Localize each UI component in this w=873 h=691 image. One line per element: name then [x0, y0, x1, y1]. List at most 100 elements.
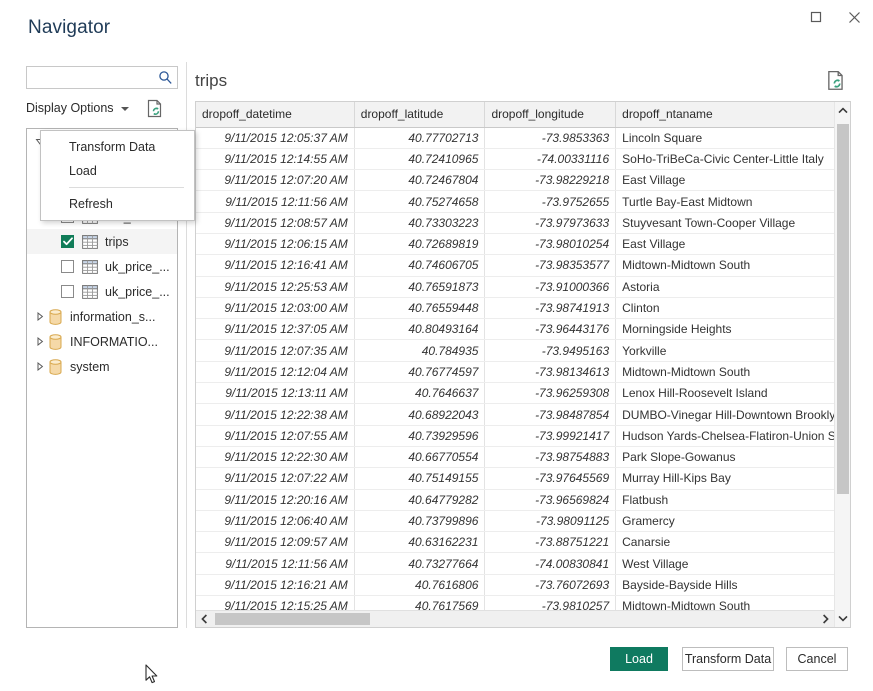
- tree-item-checkbox[interactable]: [61, 235, 74, 248]
- context-menu-item-transform-data[interactable]: Transform Data: [41, 135, 194, 159]
- cell-dropoff_ntaname: Midtown-Midtown South: [616, 361, 850, 382]
- search-input[interactable]: [31, 67, 153, 88]
- transform-data-button[interactable]: Transform Data: [682, 647, 774, 671]
- cell-dropoff_latitude: 40.72689819: [354, 233, 485, 254]
- preview-pane: trips dropoff_datetimedropoff_latitudedr…: [195, 66, 851, 628]
- cell-dropoff_ntaname: Stuyvesant Town-Cooper Village: [616, 212, 850, 233]
- cell-dropoff_datetime: 9/11/2015 12:37:05 AM: [196, 319, 354, 340]
- scroll-up-button[interactable]: [835, 102, 850, 119]
- vertical-scrollbar[interactable]: [834, 102, 850, 627]
- table-row[interactable]: 9/11/2015 12:22:30 AM40.66770554-73.9875…: [196, 446, 850, 467]
- tree-expander[interactable]: [33, 312, 47, 321]
- tree-item-checkbox[interactable]: [61, 285, 74, 298]
- table-body: 9/11/2015 12:05:37 AM40.77702713-73.9853…: [196, 127, 850, 617]
- load-button[interactable]: Load: [610, 647, 668, 671]
- table-row[interactable]: 9/11/2015 12:14:55 AM40.72410965-74.0033…: [196, 148, 850, 169]
- cell-dropoff_latitude: 40.74606705: [354, 255, 485, 276]
- context-menu-item-load[interactable]: Load: [41, 159, 194, 183]
- cell-dropoff_datetime: 9/11/2015 12:22:30 AM: [196, 446, 354, 467]
- table-row[interactable]: 9/11/2015 12:07:22 AM40.75149155-73.9764…: [196, 468, 850, 489]
- cell-dropoff_longitude: -73.98010254: [485, 233, 616, 254]
- context-menu[interactable]: Transform DataLoad Refresh: [40, 130, 195, 221]
- scroll-down-button[interactable]: [835, 610, 850, 627]
- cell-dropoff_latitude: 40.76774597: [354, 361, 485, 382]
- table-row[interactable]: 9/11/2015 12:11:56 AM40.73277664-74.0083…: [196, 553, 850, 574]
- tree-item-system[interactable]: system: [27, 354, 177, 379]
- table-row[interactable]: 9/11/2015 12:12:04 AM40.76774597-73.9813…: [196, 361, 850, 382]
- cancel-button[interactable]: Cancel: [786, 647, 848, 671]
- refresh-document-icon[interactable]: [146, 99, 164, 119]
- cell-dropoff_latitude: 40.66770554: [354, 446, 485, 467]
- search-icon[interactable]: [158, 70, 173, 85]
- chevron-down-icon: [838, 615, 848, 622]
- tree-item-checkbox[interactable]: [61, 260, 74, 273]
- table-row[interactable]: 9/11/2015 12:16:21 AM40.7616806-73.76072…: [196, 574, 850, 595]
- table-row[interactable]: 9/11/2015 12:16:41 AM40.74606705-73.9835…: [196, 255, 850, 276]
- chevron-left-icon: [201, 614, 208, 624]
- cell-dropoff_ntaname: Morningside Heights: [616, 319, 850, 340]
- tree-item-uk-price[interactable]: uk_price_...: [27, 279, 177, 304]
- cell-dropoff_longitude: -73.9752655: [485, 191, 616, 212]
- context-menu-item-refresh[interactable]: Refresh: [41, 192, 194, 216]
- table-row[interactable]: 9/11/2015 12:09:57 AM40.63162231-73.8875…: [196, 532, 850, 553]
- cell-dropoff_datetime: 9/11/2015 12:13:11 AM: [196, 383, 354, 404]
- tree-item-information-s[interactable]: information_s...: [27, 304, 177, 329]
- tree-item-informatio[interactable]: INFORMATIO...: [27, 329, 177, 354]
- close-icon: [848, 11, 861, 24]
- cell-dropoff_longitude: -73.96443176: [485, 319, 616, 340]
- table-icon-wrap: [82, 259, 98, 275]
- cell-dropoff_longitude: -73.97973633: [485, 212, 616, 233]
- page-title: Navigator: [28, 17, 110, 39]
- context-menu-separator: [69, 187, 184, 188]
- table-row[interactable]: 9/11/2015 12:07:20 AM40.72467804-73.9822…: [196, 170, 850, 191]
- cell-dropoff_longitude: -74.00331116: [485, 148, 616, 169]
- cell-dropoff_ntaname: Canarsie: [616, 532, 850, 553]
- cell-dropoff_longitude: -73.98487854: [485, 404, 616, 425]
- table-row[interactable]: 9/11/2015 12:07:35 AM40.784935-73.949516…: [196, 340, 850, 361]
- maximize-button[interactable]: [797, 0, 835, 34]
- cell-dropoff_ntaname: Yorkville: [616, 340, 850, 361]
- table-icon: [82, 285, 98, 299]
- table-row[interactable]: 9/11/2015 12:22:38 AM40.68922043-73.9848…: [196, 404, 850, 425]
- column-header-dropoff_longitude[interactable]: dropoff_longitude: [485, 102, 616, 127]
- close-button[interactable]: [835, 0, 873, 34]
- table-row[interactable]: 9/11/2015 12:11:56 AM40.75274658-73.9752…: [196, 191, 850, 212]
- display-options-button[interactable]: Display Options: [26, 101, 129, 115]
- database-icon: [49, 309, 62, 325]
- cell-dropoff_datetime: 9/11/2015 12:07:35 AM: [196, 340, 354, 361]
- column-header-dropoff_ntaname[interactable]: dropoff_ntaname: [616, 102, 850, 127]
- column-header-dropoff_latitude[interactable]: dropoff_latitude: [354, 102, 485, 127]
- cell-dropoff_latitude: 40.68922043: [354, 404, 485, 425]
- table-row[interactable]: 9/11/2015 12:05:37 AM40.77702713-73.9853…: [196, 127, 850, 148]
- cell-dropoff_longitude: -73.97645569: [485, 468, 616, 489]
- chevron-up-icon: [838, 107, 848, 114]
- tree-expander[interactable]: [33, 337, 47, 346]
- table-row[interactable]: 9/11/2015 12:13:11 AM40.7646637-73.96259…: [196, 383, 850, 404]
- vertical-scroll-thumb[interactable]: [837, 124, 849, 494]
- tree-item-label: INFORMATIO...: [70, 335, 158, 349]
- scroll-right-button[interactable]: [817, 611, 834, 627]
- cell-dropoff_latitude: 40.72410965: [354, 148, 485, 169]
- cell-dropoff_ntaname: Murray Hill-Kips Bay: [616, 468, 850, 489]
- table-row[interactable]: 9/11/2015 12:08:57 AM40.73303223-73.9797…: [196, 212, 850, 233]
- table-row[interactable]: 9/11/2015 12:03:00 AM40.76559448-73.9874…: [196, 297, 850, 318]
- tree-item-trips[interactable]: trips: [27, 229, 177, 254]
- column-header-dropoff_datetime[interactable]: dropoff_datetime: [196, 102, 354, 127]
- horizontal-scroll-thumb[interactable]: [215, 613, 370, 625]
- display-options-row: Display Options: [26, 100, 178, 122]
- search-box[interactable]: [26, 66, 178, 89]
- preview-refresh-icon[interactable]: [826, 70, 846, 92]
- cell-dropoff_latitude: 40.7616806: [354, 574, 485, 595]
- horizontal-scrollbar[interactable]: [196, 610, 834, 627]
- table-row[interactable]: 9/11/2015 12:37:05 AM40.80493164-73.9644…: [196, 319, 850, 340]
- table-row[interactable]: 9/11/2015 12:06:15 AM40.72689819-73.9801…: [196, 233, 850, 254]
- table-row[interactable]: 9/11/2015 12:07:55 AM40.73929596-73.9992…: [196, 425, 850, 446]
- table-row[interactable]: 9/11/2015 12:06:40 AM40.73799896-73.9809…: [196, 510, 850, 531]
- table-row[interactable]: 9/11/2015 12:25:53 AM40.76591873-73.9100…: [196, 276, 850, 297]
- tree-item-uk-price[interactable]: uk_price_...: [27, 254, 177, 279]
- cell-dropoff_ntaname: Astoria: [616, 276, 850, 297]
- scroll-left-button[interactable]: [196, 611, 213, 627]
- cell-dropoff_ntaname: SoHo-TriBeCa-Civic Center-Little Italy: [616, 148, 850, 169]
- table-row[interactable]: 9/11/2015 12:20:16 AM40.64779282-73.9656…: [196, 489, 850, 510]
- tree-expander[interactable]: [33, 362, 47, 371]
